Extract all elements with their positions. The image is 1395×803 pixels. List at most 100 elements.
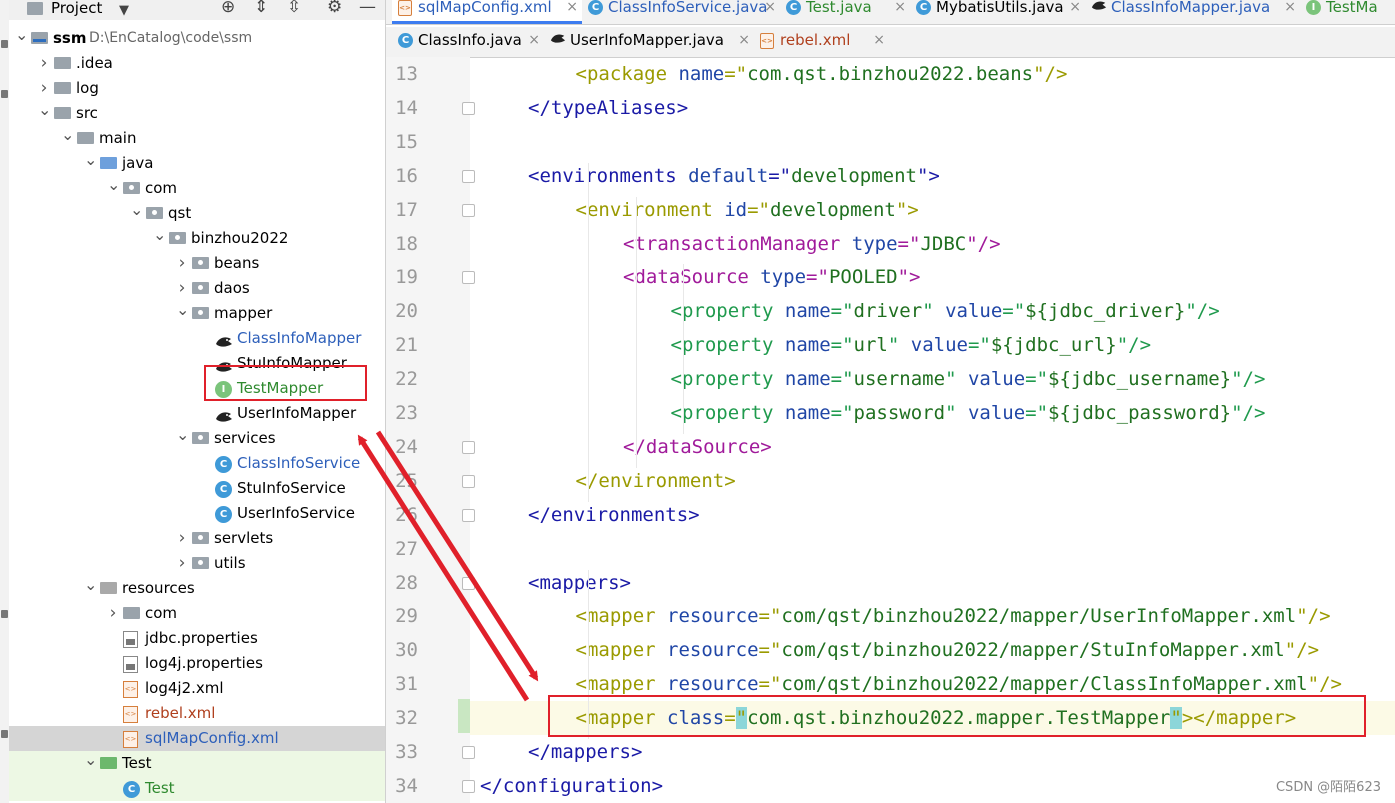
code-line[interactable]: <environments default="development"> [470,159,1395,193]
code-line[interactable]: </typeAliases> [470,91,1395,125]
tree-item[interactable]: ⌄ main [9,126,385,151]
chevron-right-icon[interactable]: › [176,551,188,575]
structure-tool-icon[interactable] [1,730,8,738]
tree-item[interactable]: log4j.properties [9,651,385,676]
tree-item[interactable]: C Test [9,776,385,801]
code-line[interactable]: <package name="com.qst.binzhou2022.beans… [470,57,1395,91]
close-icon[interactable]: × [764,0,776,20]
line-number: 16 [395,164,418,187]
tree-item[interactable]: › utils [9,551,385,576]
chevron-down-icon[interactable]: ⌄ [84,576,97,594]
close-icon[interactable]: × [528,27,540,53]
tree-item[interactable]: <> sqlMapConfig.xml [9,726,385,751]
tool-window-button-icon[interactable] [1,40,8,48]
chevron-right-icon[interactable]: › [107,601,119,625]
tree-item[interactable]: › .idea [9,51,385,76]
tree-item[interactable]: C ClassInfoService [9,451,385,476]
code-line[interactable]: <mapper resource="com/qst/binzhou2022/ma… [470,599,1395,633]
tree-item[interactable]: UserInfoMapper [9,401,385,426]
tree-item[interactable]: › com [9,601,385,626]
chevron-down-icon[interactable]: ⌄ [84,751,97,769]
tree-item[interactable]: ⌄ com [9,176,385,201]
project-panel-title[interactable]: Project [51,0,102,17]
chevron-right-icon[interactable]: › [176,251,188,275]
code-area[interactable]: <package name="com.qst.binzhou2022.beans… [470,57,1395,803]
code-line[interactable]: <transactionManager type="JDBC"/> [470,227,1395,261]
tree-item[interactable]: <> log4j2.xml [9,676,385,701]
tree-item[interactable]: › beans [9,251,385,276]
expand-all-icon[interactable]: ⇕ [254,0,268,17]
chevron-right-icon[interactable]: › [176,526,188,550]
collapse-all-icon[interactable]: ⇳ [287,0,301,17]
tree-item[interactable]: ⌄ mapper [9,301,385,326]
tree-item[interactable]: › servlets [9,526,385,551]
chevron-down-icon[interactable]: ⌄ [176,426,189,444]
editor-tab[interactable]: UserInfoMapper.java × [544,27,754,57]
bookmarks-tool-icon[interactable] [1,610,8,618]
code-line[interactable]: </mappers> [470,735,1395,769]
tree-item[interactable]: ⌄ ssm D:\EnCatalog\code\ssm [9,26,385,51]
tree-item-label: resources [122,579,195,597]
editor-tab[interactable]: <> sqlMapConfig.xml × [392,0,582,24]
close-icon[interactable]: × [1069,0,1081,20]
editor-tab[interactable]: C Test.java × [780,0,910,24]
line-number: 29 [395,605,418,628]
close-icon[interactable]: × [873,27,885,53]
code-line[interactable]: </environment> [470,464,1395,498]
tree-item[interactable]: ⌄ qst [9,201,385,226]
code-line[interactable]: <mapper resource="com/qst/binzhou2022/ma… [470,633,1395,667]
class-icon: C [215,481,232,498]
close-icon[interactable]: × [738,27,750,53]
code-line[interactable]: <property name="url" value="${jdbc_url}"… [470,328,1395,362]
code-line[interactable]: </environments> [470,498,1395,532]
editor-tab[interactable]: ClassInfoMapper.java × [1085,0,1300,24]
editor-tab[interactable]: I TestMa [1300,0,1395,24]
close-icon[interactable]: × [894,0,906,20]
chevron-right-icon[interactable]: › [38,51,50,75]
tree-item[interactable]: ⌄ services [9,426,385,451]
code-line[interactable]: </configuration> [470,769,1395,803]
close-icon[interactable]: × [566,0,578,20]
editor-tab[interactable]: C MybatisUtils.java × [910,0,1085,24]
chevron-down-icon[interactable]: ▼ [119,1,129,21]
tree-item[interactable]: › log [9,76,385,101]
chevron-down-icon[interactable]: ⌄ [130,201,143,219]
code-line[interactable]: <dataSource type="POOLED"> [470,260,1395,294]
tree-item[interactable]: C UserInfoService [9,501,385,526]
code-line[interactable]: </dataSource> [470,430,1395,464]
code-line[interactable]: <environment id="development"> [470,193,1395,227]
close-icon[interactable]: × [1284,0,1296,20]
tree-item[interactable]: jdbc.properties [9,626,385,651]
tree-item[interactable]: ⌄ resources [9,576,385,601]
commit-tool-icon[interactable] [1,90,8,98]
chevron-down-icon[interactable]: ⌄ [153,226,166,244]
tree-item[interactable]: › daos [9,276,385,301]
tree-item[interactable]: ⌄ Test [9,751,385,776]
code-line[interactable]: <property name="username" value="${jdbc_… [470,362,1395,396]
editor-tab[interactable]: <> rebel.xml × [754,27,889,57]
chevron-right-icon[interactable]: › [176,276,188,300]
code-line[interactable]: <property name="driver" value="${jdbc_dr… [470,294,1395,328]
tree-item[interactable]: C StuInfoService [9,476,385,501]
minimize-icon[interactable]: — [359,0,376,17]
chevron-down-icon[interactable]: ⌄ [84,151,97,169]
locate-icon[interactable]: ⊕ [221,0,235,17]
chevron-down-icon[interactable]: ⌄ [107,176,120,194]
editor-tab[interactable]: C ClassInfoService.java × [582,0,780,24]
code-line[interactable] [470,125,1395,159]
code-line[interactable]: <property name="password" value="${jdbc_… [470,396,1395,430]
tree-item[interactable]: <> rebel.xml [9,701,385,726]
chevron-down-icon[interactable]: ⌄ [61,126,74,144]
code-line[interactable] [470,532,1395,566]
code-line[interactable]: <mappers> [470,566,1395,600]
gear-icon[interactable]: ⚙ [327,0,342,17]
tree-item[interactable]: ⌄ binzhou2022 [9,226,385,251]
tree-item[interactable]: ⌄ java [9,151,385,176]
chevron-down-icon[interactable]: ⌄ [15,26,28,44]
tree-item[interactable]: ClassInfoMapper [9,326,385,351]
chevron-down-icon[interactable]: ⌄ [38,101,51,119]
chevron-down-icon[interactable]: ⌄ [176,301,189,319]
editor-tab[interactable]: C ClassInfo.java × [392,27,544,57]
tree-item[interactable]: ⌄ src [9,101,385,126]
chevron-right-icon[interactable]: › [38,76,50,100]
